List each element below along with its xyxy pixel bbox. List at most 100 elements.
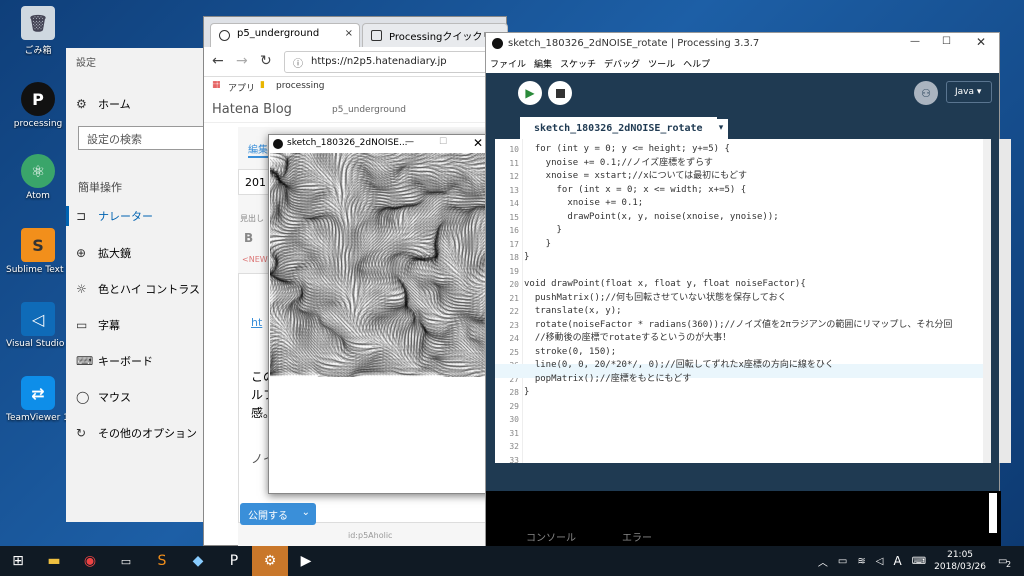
desktop-icon-vscode[interactable]: ◁ Visual Studio Co xyxy=(6,302,70,349)
code-line: drawPoint(x, y, noise(xnoise, ynoise)); xyxy=(524,211,779,222)
line-number: 20 xyxy=(509,280,519,289)
notification-button[interactable]: ▭ 2 xyxy=(998,556,1016,569)
settings-home[interactable]: ⚙ ホーム xyxy=(76,96,131,112)
tray-chevron-icon[interactable]: ︿ xyxy=(818,554,828,569)
address-bar[interactable]: ⓘ https://n2p5.hatenadiary.jp xyxy=(284,51,504,73)
line-number: 32 xyxy=(509,442,519,451)
stop-icon xyxy=(555,88,565,98)
publish-button[interactable]: 公開する ⌄ xyxy=(240,503,316,525)
battery-icon[interactable]: ▭ xyxy=(838,556,847,567)
post-link[interactable]: ht xyxy=(251,316,262,329)
settings-item-magnifier[interactable]: ⊕ 拡大鏡 xyxy=(76,245,131,261)
settings-item-contrast[interactable]: ☼ 色とハイ コントラスト xyxy=(76,281,211,297)
ime-indicator[interactable]: A xyxy=(893,554,901,568)
blog-name-dropdown[interactable]: p5_underground xyxy=(332,105,406,115)
run-button[interactable]: ▶ xyxy=(518,81,542,105)
taskbar-chrome[interactable]: ◉ xyxy=(72,546,108,576)
reload-icon[interactable]: ↻ xyxy=(260,53,272,69)
editor-scrollbar[interactable] xyxy=(983,139,991,463)
maximize-icon[interactable]: ☐ xyxy=(439,137,447,147)
menu-debug[interactable]: デバッグ xyxy=(604,57,640,73)
tab-sketch[interactable]: sketch_180326_2dNOISE_rotate xyxy=(520,117,717,141)
code-line: ynoise += 0.1;//ノイズ座標をずらす xyxy=(524,157,713,168)
taskbar-sketch[interactable]: ▶ xyxy=(288,546,324,576)
settings-item-keyboard[interactable]: ⌨ キーボード xyxy=(76,353,153,369)
stop-button[interactable] xyxy=(548,81,572,105)
settings-item-captions[interactable]: ▭ 字幕 xyxy=(76,317,120,333)
taskbar: ⊞ ▬ ◉ ▭ S ◆ P ⚙ ▶ ︿ ▭ ≋ ◁ A ⌨ 21:05 2018… xyxy=(0,546,1024,576)
debug-icon[interactable]: ⚇ xyxy=(914,81,938,105)
desktop-icon-teamviewer[interactable]: ⇄ TeamViewer 13 xyxy=(6,376,70,423)
volume-icon[interactable]: ◁ xyxy=(876,556,884,567)
desktop-icon-atom[interactable]: ⚛ Atom xyxy=(6,154,70,201)
processing-icon: P xyxy=(229,553,239,569)
ide-vertical-scrollbar[interactable] xyxy=(999,139,1011,463)
taskbar-app[interactable]: ◆ xyxy=(180,546,216,576)
menu-edit[interactable]: 編集 xyxy=(534,57,552,73)
hatena-logo[interactable]: Hatena Blog xyxy=(212,102,292,117)
info-icon: ⓘ xyxy=(293,59,303,70)
desktop-icon-sublime[interactable]: S Sublime Text 3 xyxy=(6,228,70,275)
minimize-icon[interactable]: — xyxy=(405,137,414,147)
noise-flow-canvas xyxy=(270,153,494,377)
line-number: 31 xyxy=(509,428,519,438)
tab-p5-underground[interactable]: p5_underground × xyxy=(210,23,360,47)
close-icon[interactable]: ✕ xyxy=(473,136,483,150)
line-number: 13 xyxy=(509,185,519,195)
start-button[interactable]: ⊞ xyxy=(0,546,36,576)
console-scrollbar[interactable] xyxy=(989,493,997,533)
line-number: 18 xyxy=(509,253,519,262)
mode-select[interactable]: Java ▾ xyxy=(946,81,992,103)
clock[interactable]: 21:05 2018/03/26 xyxy=(934,549,986,573)
forward-icon[interactable]: → xyxy=(236,53,248,69)
code-line: line(0, 0, 20/*20*/, 0);//回転してずれたx座標の方向に… xyxy=(524,360,834,370)
processing-icon xyxy=(273,139,283,149)
taskbar-settings[interactable]: ⚙ xyxy=(252,546,288,576)
line-number: 21 xyxy=(509,293,519,303)
close-icon[interactable]: ✕ xyxy=(976,35,986,49)
settings-item-other[interactable]: ↻ その他のオプション xyxy=(76,425,197,441)
console-tab[interactable]: コンソール xyxy=(526,529,576,544)
taskbar-terminal[interactable]: ▭ xyxy=(108,546,144,576)
mouse-icon: ◯ xyxy=(76,390,90,404)
close-tab-icon[interactable]: × xyxy=(345,28,353,39)
chrome-icon: ◉ xyxy=(83,553,97,569)
minimize-icon[interactable]: — xyxy=(910,36,920,47)
heading-button[interactable]: 見出し xyxy=(240,213,264,224)
wifi-icon[interactable]: ≋ xyxy=(857,556,865,567)
menu-sketch[interactable]: スケッチ xyxy=(560,57,596,73)
taskbar-explorer[interactable]: ▬ xyxy=(36,546,72,576)
line-number: 14 xyxy=(509,199,519,208)
sublime-icon: S xyxy=(157,553,167,569)
taskbar-sublime[interactable]: S xyxy=(144,546,180,576)
tab-menu-arrow[interactable]: ▾ xyxy=(714,119,728,139)
menu-tools[interactable]: ツール xyxy=(648,57,675,73)
footer-user: id:p5Aholic xyxy=(348,531,393,540)
back-icon[interactable]: ← xyxy=(212,53,224,69)
code-editor[interactable]: 1011121314151617181920212223242526272829… xyxy=(495,139,991,465)
chevron-down-icon[interactable]: ⌄ xyxy=(302,507,310,518)
bookmark-apps[interactable]: アプリ xyxy=(228,81,255,94)
tab-favicon xyxy=(219,30,230,41)
menu-file[interactable]: ファイル xyxy=(490,57,526,73)
error-tab[interactable]: エラー xyxy=(622,529,652,544)
code-line: } xyxy=(524,387,530,397)
bookmark-processing[interactable]: processing xyxy=(276,81,325,91)
taskbar-processing[interactable]: P xyxy=(216,546,252,576)
settings-item-mouse[interactable]: ◯ マウス xyxy=(76,389,131,405)
maximize-icon[interactable]: ☐ xyxy=(942,36,951,47)
desktop-icon-processing[interactable]: P processing xyxy=(6,82,70,129)
tab-edit[interactable]: 編集 xyxy=(248,141,268,158)
menu-help[interactable]: ヘルプ xyxy=(683,57,710,73)
line-number: 17 xyxy=(509,239,519,249)
line-number: 10 xyxy=(509,145,519,154)
keyboard-icon[interactable]: ⌨ xyxy=(912,556,926,567)
desktop-icon-recycle-bin[interactable]: 🗑 ごみ箱 xyxy=(6,6,70,56)
refresh-icon: ↻ xyxy=(76,426,87,440)
bold-button[interactable]: B xyxy=(244,231,253,245)
line-number: 33 xyxy=(509,455,519,465)
settings-item-narrator[interactable]: ⊐ ナレーター xyxy=(76,208,153,224)
vscode-icon: ◁ xyxy=(21,302,55,336)
